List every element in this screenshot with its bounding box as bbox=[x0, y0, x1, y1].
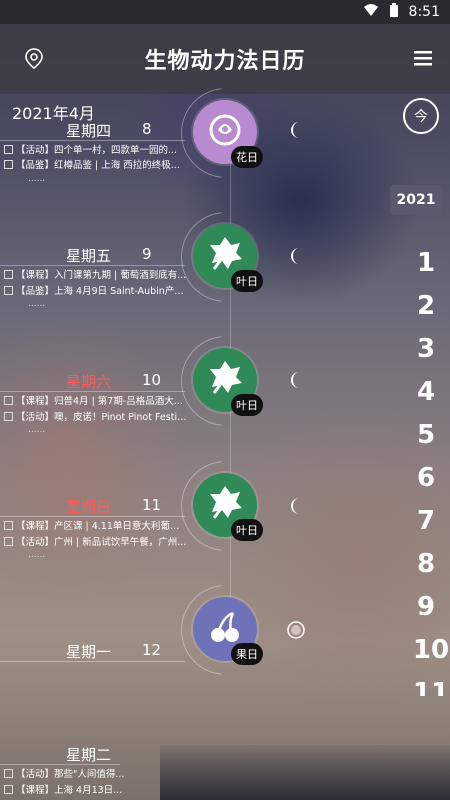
fruit-day-badge[interactable]: 果日 bbox=[193, 597, 263, 665]
weekday-label: 星期五 bbox=[66, 247, 112, 265]
moon-icon bbox=[291, 248, 299, 264]
day-number: 8 bbox=[142, 120, 152, 138]
moon-icon bbox=[291, 498, 299, 514]
more-indicator: ...... bbox=[28, 174, 46, 184]
weekday-label: 星期一 bbox=[66, 643, 112, 661]
page-title: 生物动力法日历 bbox=[144, 49, 306, 74]
menu-icon[interactable] bbox=[414, 50, 432, 70]
day-type-tag: 叶日 bbox=[231, 270, 263, 292]
today-button[interactable]: 今 bbox=[403, 98, 439, 134]
day-index-1[interactable]: 1 bbox=[401, 248, 450, 278]
app-bar: 生物动力法日历 bbox=[0, 24, 450, 94]
more-indicator: ...... bbox=[28, 550, 46, 560]
flower-day-badge[interactable]: 花日 bbox=[193, 100, 263, 168]
event-item[interactable]: 【品鉴】红樽品鉴 | 上海 西拉的终极... bbox=[4, 157, 188, 171]
day-type-tag: 花日 bbox=[231, 146, 263, 168]
more-indicator: ...... bbox=[28, 425, 46, 435]
day-index-10[interactable]: 10 bbox=[406, 635, 450, 665]
day-number: 11 bbox=[142, 496, 162, 514]
day-index-6[interactable]: 6 bbox=[401, 463, 450, 493]
leaf-day-badge[interactable]: 叶日 bbox=[193, 224, 263, 292]
event-item[interactable]: 【课程】产区课 | 4.11单日意大利葡萄... bbox=[4, 518, 188, 532]
status-time: 8:51 bbox=[408, 4, 440, 20]
event-item[interactable]: 【活动】四个单一村，四款单一园的... bbox=[4, 142, 188, 156]
day-index-5[interactable]: 5 bbox=[401, 420, 450, 450]
day-number: 9 bbox=[142, 245, 152, 263]
leaf-day-badge[interactable]: 叶日 bbox=[193, 473, 263, 541]
day-index-9[interactable]: 9 bbox=[401, 592, 450, 622]
event-item[interactable]: 【课程】归普4月 | 第7期-吕格品酒大... bbox=[4, 393, 188, 407]
event-item[interactable]: 【课程】上海 4月13日... bbox=[4, 782, 131, 796]
more-indicator: ...... bbox=[28, 299, 46, 309]
location-icon[interactable] bbox=[24, 48, 44, 74]
day-index-2[interactable]: 2 bbox=[401, 291, 450, 321]
event-item[interactable]: 【活动】噢，皮诺！Pinot Pinot Festiv... bbox=[4, 409, 188, 423]
day-index-7[interactable]: 7 bbox=[401, 506, 450, 536]
day-type-tag: 叶日 bbox=[231, 519, 263, 541]
moon-icon bbox=[291, 122, 299, 138]
leaf-day-badge[interactable]: 叶日 bbox=[193, 348, 263, 416]
year-selector[interactable]: 2021 bbox=[390, 185, 442, 215]
bottom-bar bbox=[160, 745, 450, 800]
day-type-tag: 叶日 bbox=[231, 394, 263, 416]
event-item[interactable]: 【课程】入门课第九期 | 葡萄酒到底有... bbox=[4, 267, 188, 281]
event-item[interactable]: 【活动】广州 | 新品试饮早午餐，广州... bbox=[4, 534, 188, 548]
weekday-label: 星期二 bbox=[66, 746, 112, 764]
event-item[interactable]: 【活动】那些"人间值得... bbox=[4, 766, 131, 780]
status-bar: 8:51 bbox=[0, 0, 450, 24]
weekday-label: 星期四 bbox=[66, 122, 112, 140]
day-index-3[interactable]: 3 bbox=[401, 334, 450, 364]
day-number: 10 bbox=[142, 371, 162, 389]
day-type-tag: 果日 bbox=[231, 643, 263, 665]
battery-icon bbox=[389, 3, 399, 21]
day-index-4[interactable]: 4 bbox=[401, 377, 450, 407]
weekday-label: 星期六 bbox=[66, 373, 112, 391]
day-index-8[interactable]: 8 bbox=[401, 549, 450, 579]
moon-full-icon bbox=[287, 621, 305, 639]
wifi-icon bbox=[363, 3, 379, 21]
day-number: 12 bbox=[142, 641, 162, 659]
moon-icon bbox=[291, 372, 299, 388]
day-index-11[interactable]: 11 bbox=[406, 678, 450, 696]
event-item[interactable]: 【品鉴】上海 4月9日 Saint-Aubin产区... bbox=[4, 283, 188, 297]
weekday-label: 星期日 bbox=[66, 498, 112, 516]
